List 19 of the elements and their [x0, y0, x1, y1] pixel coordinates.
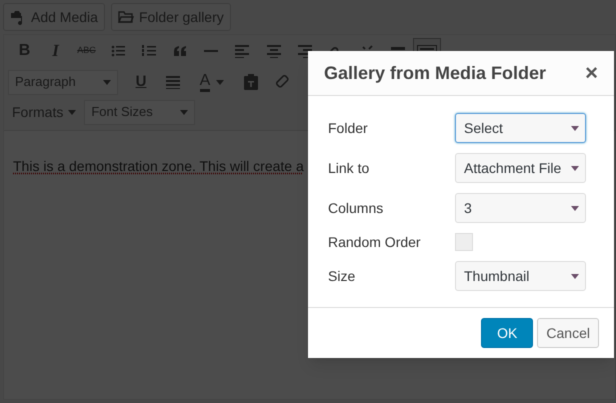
editor-text: This is a demonstration zone. This will create a	[13, 157, 304, 176]
cancel-button[interactable]: Cancel	[537, 318, 599, 348]
close-button[interactable]: ×	[585, 62, 598, 84]
caret-icon	[571, 274, 579, 278]
field-label: Random Order	[328, 232, 421, 252]
field-label: Link to	[328, 158, 370, 178]
ok-button[interactable]: OK	[481, 318, 534, 348]
caret-icon	[571, 206, 579, 210]
field-label: Size	[328, 266, 356, 286]
select-field[interactable]: Thumbnail	[455, 261, 586, 291]
select-field[interactable]: Attachment File	[455, 153, 586, 183]
caret-icon	[571, 166, 579, 170]
select-field[interactable]: Select	[455, 113, 586, 143]
caret-icon	[571, 126, 579, 130]
dialog-title: Gallery from Media Folder	[324, 62, 546, 85]
field-label: Columns	[328, 198, 384, 218]
field-label: Folder	[328, 118, 368, 138]
select-field[interactable]: 3	[455, 193, 586, 223]
checkbox[interactable]	[455, 233, 473, 251]
